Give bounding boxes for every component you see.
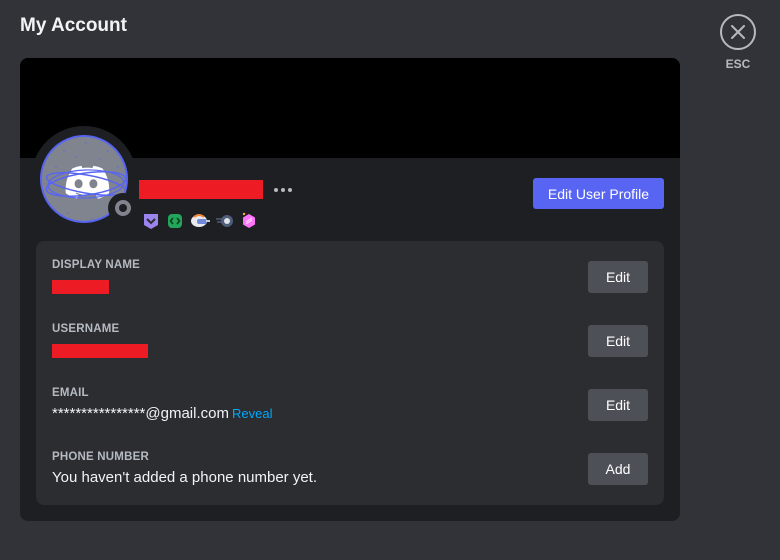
avatar-wrapper[interactable] bbox=[31, 126, 138, 232]
display-name-field: DISPLAY NAME Edit bbox=[52, 259, 648, 307]
add-phone-number-button[interactable]: Add bbox=[588, 453, 648, 485]
dot-icon bbox=[281, 187, 285, 192]
display-name-value bbox=[52, 280, 109, 298]
hypesquad-badge-icon[interactable] bbox=[142, 212, 160, 230]
reveal-email-link[interactable]: Reveal bbox=[232, 406, 272, 421]
email-text: ****************@gmail.com bbox=[52, 405, 229, 422]
username-redacted bbox=[139, 180, 263, 199]
esc-label: ESC bbox=[725, 57, 751, 71]
active-developer-badge-icon[interactable] bbox=[166, 212, 184, 230]
more-options-button[interactable] bbox=[274, 180, 292, 199]
edit-username-button[interactable]: Edit bbox=[588, 325, 648, 357]
edit-email-button[interactable]: Edit bbox=[588, 389, 648, 421]
edit-display-name-button[interactable]: Edit bbox=[588, 261, 648, 293]
phone-number-value: You haven't added a phone number yet. bbox=[52, 469, 318, 486]
profile-card: Edit User Profile DISPLAY NAME Edit USER… bbox=[20, 58, 680, 521]
orb-badge-icon[interactable] bbox=[216, 212, 234, 230]
close-button[interactable]: ESC bbox=[720, 14, 756, 71]
status-indicator bbox=[108, 193, 138, 223]
close-icon bbox=[731, 25, 745, 39]
dot-icon bbox=[274, 187, 278, 192]
edit-user-profile-button[interactable]: Edit User Profile bbox=[533, 178, 664, 209]
account-info-panel: DISPLAY NAME Edit USERNAME Edit EMAIL **… bbox=[36, 241, 664, 505]
email-value: ****************@gmail.com Reveal bbox=[52, 405, 272, 422]
display-name-label: DISPLAY NAME bbox=[52, 259, 141, 271]
username-label: USERNAME bbox=[52, 323, 120, 335]
badge-list bbox=[142, 212, 258, 230]
offline-status-icon bbox=[115, 200, 131, 216]
username-field: USERNAME Edit bbox=[52, 323, 648, 371]
close-circle[interactable] bbox=[720, 14, 756, 50]
display-name-redacted bbox=[52, 280, 109, 294]
dot-icon bbox=[288, 187, 292, 192]
phone-number-field: PHONE NUMBER You haven't added a phone n… bbox=[52, 451, 648, 499]
username-value bbox=[52, 344, 148, 362]
email-label: EMAIL bbox=[52, 387, 89, 399]
page-title: My Account bbox=[20, 15, 127, 36]
phone-number-label: PHONE NUMBER bbox=[52, 451, 149, 463]
quest-helmet-badge-icon[interactable] bbox=[190, 212, 210, 230]
username-field-redacted bbox=[52, 344, 148, 358]
nitro-boost-badge-icon[interactable] bbox=[240, 212, 258, 230]
email-field: EMAIL ****************@gmail.com Reveal E… bbox=[52, 387, 648, 435]
